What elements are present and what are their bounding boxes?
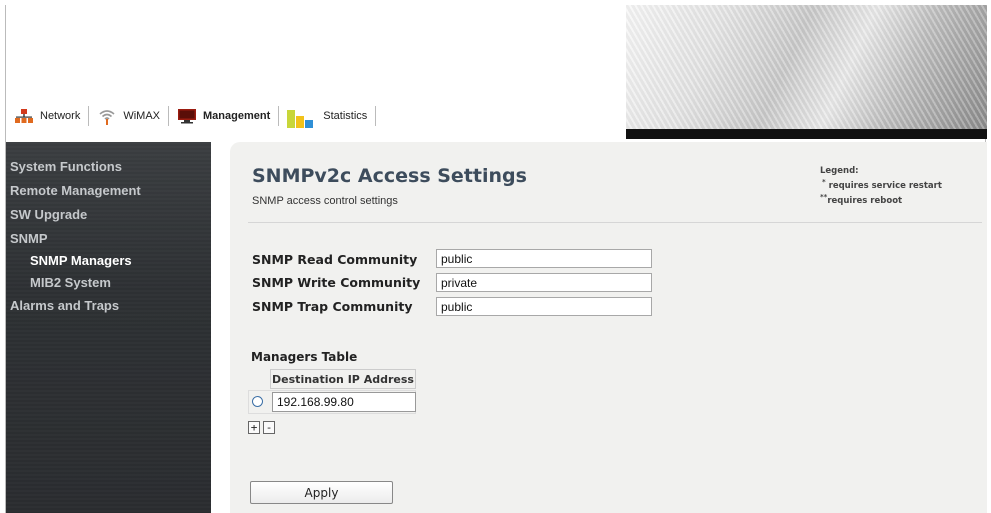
- sidebar-item-remote-management[interactable]: Remote Management: [10, 183, 141, 198]
- monitor-icon: [177, 108, 197, 124]
- sidebar: System Functions Remote Management SW Up…: [6, 142, 211, 513]
- main-tabs: Network WiMAX Management Statistics: [6, 101, 377, 131]
- network-icon: [14, 108, 34, 124]
- header: Network WiMAX Management Statistics: [6, 5, 987, 139]
- page-title: SNMPv2c Access Settings: [252, 165, 527, 187]
- sidebar-item-sw-upgrade[interactable]: SW Upgrade: [10, 207, 87, 222]
- tab-management[interactable]: Management: [169, 101, 278, 131]
- tab-management-label: Management: [203, 110, 271, 122]
- apply-button[interactable]: Apply: [250, 481, 393, 504]
- tab-network[interactable]: Network: [6, 101, 88, 131]
- manager-row-radio[interactable]: [252, 396, 263, 407]
- sidebar-item-system-functions[interactable]: System Functions: [10, 159, 122, 174]
- tab-statistics[interactable]: Statistics: [279, 101, 375, 131]
- header-banner-image: [626, 5, 987, 131]
- legend-restart: * requires service restart: [820, 177, 942, 192]
- sidebar-item-snmp[interactable]: SNMP: [10, 231, 48, 246]
- tab-wimax[interactable]: WiMAX: [89, 101, 168, 131]
- sidebar-item-mib2-system[interactable]: MIB2 System: [30, 275, 111, 290]
- legend-restart-text: requires service restart: [828, 180, 942, 191]
- sidebar-item-snmp-managers[interactable]: SNMP Managers: [30, 253, 132, 268]
- write-community-label: SNMP Write Community: [252, 275, 421, 290]
- legend-reboot-text: requires reboot: [827, 195, 903, 206]
- managers-table-title: Managers Table: [251, 350, 358, 364]
- table-row: [248, 390, 416, 414]
- tab-statistics-label: Statistics: [323, 110, 368, 122]
- wifi-signal-icon: [97, 108, 117, 125]
- app-frame: Network WiMAX Management Statistics Syst…: [5, 5, 987, 513]
- legend-restart-mark: *: [822, 178, 826, 186]
- bar-chart-icon: [287, 108, 317, 128]
- tab-network-label: Network: [40, 110, 81, 122]
- trap-community-input[interactable]: [436, 297, 652, 316]
- tab-divider: [375, 106, 377, 126]
- page-subtitle: SNMP access control settings: [252, 195, 398, 207]
- destination-ip-column-header: Destination IP Address: [270, 369, 416, 389]
- remove-manager-button[interactable]: -: [263, 421, 275, 434]
- write-community-input[interactable]: [436, 273, 652, 292]
- read-community-label: SNMP Read Community: [252, 252, 418, 267]
- section-divider: [248, 222, 982, 223]
- trap-community-label: SNMP Trap Community: [252, 299, 413, 314]
- sidebar-item-alarms-and-traps[interactable]: Alarms and Traps: [10, 298, 119, 313]
- legend-reboot: **requires reboot: [820, 192, 942, 207]
- tab-wimax-label: WiMAX: [123, 110, 161, 122]
- content-panel: SNMPv2c Access Settings SNMP access cont…: [230, 142, 987, 513]
- header-accent-bar: [626, 129, 987, 139]
- legend-title: Legend:: [820, 166, 859, 176]
- read-community-input[interactable]: [436, 249, 652, 268]
- add-manager-button[interactable]: +: [248, 421, 260, 434]
- legend: Legend: * requires service restart **req…: [820, 166, 942, 207]
- destination-ip-input[interactable]: [272, 392, 416, 412]
